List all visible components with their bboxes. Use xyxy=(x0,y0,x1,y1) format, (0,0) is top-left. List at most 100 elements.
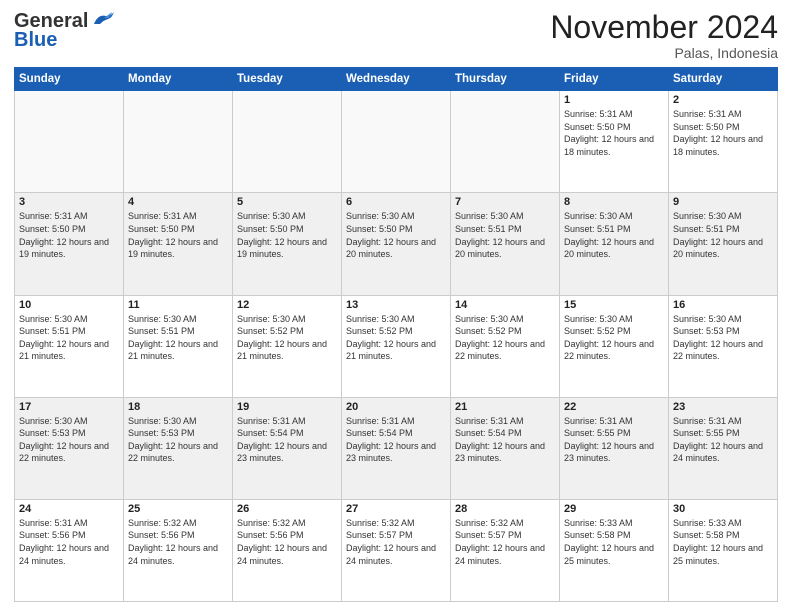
calendar-cell: 24 Sunrise: 5:31 AMSunset: 5:56 PMDayligh… xyxy=(15,499,124,601)
title-area: November 2024 Palas, Indonesia xyxy=(550,10,778,61)
day-number: 4 xyxy=(128,196,228,208)
day-info: Sunrise: 5:33 AMSunset: 5:58 PMDaylight:… xyxy=(673,517,773,567)
day-number: 15 xyxy=(564,299,664,311)
calendar-cell: 19 Sunrise: 5:31 AMSunset: 5:54 PMDayligh… xyxy=(233,397,342,499)
calendar-week-row: 24 Sunrise: 5:31 AMSunset: 5:56 PMDayligh… xyxy=(15,499,778,601)
calendar-week-row: 10 Sunrise: 5:30 AMSunset: 5:51 PMDayligh… xyxy=(15,295,778,397)
calendar-cell: 25 Sunrise: 5:32 AMSunset: 5:56 PMDayligh… xyxy=(124,499,233,601)
day-number: 11 xyxy=(128,299,228,311)
calendar-cell: 1 Sunrise: 5:31 AMSunset: 5:50 PMDaylight… xyxy=(560,91,669,193)
calendar-cell xyxy=(124,91,233,193)
day-info: Sunrise: 5:31 AMSunset: 5:55 PMDaylight:… xyxy=(673,415,773,465)
logo: General Blue xyxy=(14,10,116,52)
day-number: 18 xyxy=(128,401,228,413)
page: General Blue November 2024 Palas, Indone… xyxy=(0,0,792,612)
day-number: 5 xyxy=(237,196,337,208)
day-number: 19 xyxy=(237,401,337,413)
day-info: Sunrise: 5:31 AMSunset: 5:55 PMDaylight:… xyxy=(564,415,664,465)
calendar-cell: 6Sunrise: 5:30 AMSunset: 5:50 PMDaylight… xyxy=(342,193,451,295)
day-number: 27 xyxy=(346,503,446,515)
calendar-cell xyxy=(233,91,342,193)
calendar-cell: 17Sunrise: 5:30 AMSunset: 5:53 PMDayligh… xyxy=(15,397,124,499)
day-info: Sunrise: 5:30 AMSunset: 5:50 PMDaylight:… xyxy=(237,210,337,260)
day-info: Sunrise: 5:32 AMSunset: 5:56 PMDaylight:… xyxy=(237,517,337,567)
header: General Blue November 2024 Palas, Indone… xyxy=(14,10,778,61)
calendar-cell: 3 Sunrise: 5:31 AMSunset: 5:50 PMDaylight… xyxy=(15,193,124,295)
day-number: 14 xyxy=(455,299,555,311)
header-saturday: Saturday xyxy=(669,68,778,91)
day-number: 17 xyxy=(19,401,119,413)
weekday-header-row: Sunday Monday Tuesday Wednesday Thursday… xyxy=(15,68,778,91)
day-info: Sunrise: 5:32 AMSunset: 5:57 PMDaylight:… xyxy=(346,517,446,567)
day-number: 1 xyxy=(564,94,664,106)
calendar-cell: 14 Sunrise: 5:30 AMSunset: 5:52 PMDayligh… xyxy=(451,295,560,397)
day-info: Sunrise: 5:32 AMSunset: 5:57 PMDaylight:… xyxy=(455,517,555,567)
calendar-cell: 27 Sunrise: 5:32 AMSunset: 5:57 PMDayligh… xyxy=(342,499,451,601)
header-tuesday: Tuesday xyxy=(233,68,342,91)
day-info: Sunrise: 5:31 AMSunset: 5:54 PMDaylight:… xyxy=(346,415,446,465)
day-info: Sunrise: 5:30 AMSunset: 5:52 PMDaylight:… xyxy=(346,313,446,363)
calendar-cell xyxy=(451,91,560,193)
day-info: Sunrise: 5:31 AMSunset: 5:54 PMDaylight:… xyxy=(455,415,555,465)
calendar-week-row: 17Sunrise: 5:30 AMSunset: 5:53 PMDayligh… xyxy=(15,397,778,499)
calendar-cell: 28 Sunrise: 5:32 AMSunset: 5:57 PMDayligh… xyxy=(451,499,560,601)
day-number: 25 xyxy=(128,503,228,515)
calendar-cell: 20Sunrise: 5:31 AMSunset: 5:54 PMDayligh… xyxy=(342,397,451,499)
day-info: Sunrise: 5:31 AMSunset: 5:50 PMDaylight:… xyxy=(564,108,664,158)
calendar-cell: 7 Sunrise: 5:30 AMSunset: 5:51 PMDaylight… xyxy=(451,193,560,295)
calendar-cell: 11 Sunrise: 5:30 AMSunset: 5:51 PMDayligh… xyxy=(124,295,233,397)
logo-blue: Blue xyxy=(14,29,57,52)
day-info: Sunrise: 5:30 AMSunset: 5:51 PMDaylight:… xyxy=(673,210,773,260)
calendar-cell: 8Sunrise: 5:30 AMSunset: 5:51 PMDaylight… xyxy=(560,193,669,295)
calendar-cell: 2 Sunrise: 5:31 AMSunset: 5:50 PMDaylight… xyxy=(669,91,778,193)
day-number: 6 xyxy=(346,196,446,208)
calendar-week-row: 3 Sunrise: 5:31 AMSunset: 5:50 PMDaylight… xyxy=(15,193,778,295)
day-info: Sunrise: 5:33 AMSunset: 5:58 PMDaylight:… xyxy=(564,517,664,567)
day-info: Sunrise: 5:30 AMSunset: 5:51 PMDaylight:… xyxy=(455,210,555,260)
calendar-table: Sunday Monday Tuesday Wednesday Thursday… xyxy=(14,67,778,602)
calendar-cell: 29 Sunrise: 5:33 AMSunset: 5:58 PMDayligh… xyxy=(560,499,669,601)
day-info: Sunrise: 5:32 AMSunset: 5:56 PMDaylight:… xyxy=(128,517,228,567)
day-info: Sunrise: 5:31 AMSunset: 5:50 PMDaylight:… xyxy=(128,210,228,260)
calendar-cell xyxy=(342,91,451,193)
calendar-cell: 10Sunrise: 5:30 AMSunset: 5:51 PMDayligh… xyxy=(15,295,124,397)
day-number: 3 xyxy=(19,196,119,208)
day-number: 10 xyxy=(19,299,119,311)
header-sunday: Sunday xyxy=(15,68,124,91)
day-number: 22 xyxy=(564,401,664,413)
day-number: 24 xyxy=(19,503,119,515)
day-info: Sunrise: 5:31 AMSunset: 5:54 PMDaylight:… xyxy=(237,415,337,465)
calendar-cell: 21 Sunrise: 5:31 AMSunset: 5:54 PMDayligh… xyxy=(451,397,560,499)
header-friday: Friday xyxy=(560,68,669,91)
calendar-cell: 12 Sunrise: 5:30 AMSunset: 5:52 PMDayligh… xyxy=(233,295,342,397)
day-number: 7 xyxy=(455,196,555,208)
calendar-cell: 26 Sunrise: 5:32 AMSunset: 5:56 PMDayligh… xyxy=(233,499,342,601)
day-number: 2 xyxy=(673,94,773,106)
day-info: Sunrise: 5:30 AMSunset: 5:52 PMDaylight:… xyxy=(237,313,337,363)
calendar-cell: 9 Sunrise: 5:30 AMSunset: 5:51 PMDaylight… xyxy=(669,193,778,295)
calendar-cell: 30Sunrise: 5:33 AMSunset: 5:58 PMDayligh… xyxy=(669,499,778,601)
header-wednesday: Wednesday xyxy=(342,68,451,91)
day-number: 21 xyxy=(455,401,555,413)
header-monday: Monday xyxy=(124,68,233,91)
header-thursday: Thursday xyxy=(451,68,560,91)
day-info: Sunrise: 5:31 AMSunset: 5:50 PMDaylight:… xyxy=(673,108,773,158)
calendar-cell: 22 Sunrise: 5:31 AMSunset: 5:55 PMDayligh… xyxy=(560,397,669,499)
day-info: Sunrise: 5:30 AMSunset: 5:51 PMDaylight:… xyxy=(128,313,228,363)
day-number: 26 xyxy=(237,503,337,515)
day-number: 13 xyxy=(346,299,446,311)
month-title: November 2024 xyxy=(550,10,778,45)
day-info: Sunrise: 5:30 AMSunset: 5:52 PMDaylight:… xyxy=(455,313,555,363)
day-info: Sunrise: 5:31 AMSunset: 5:56 PMDaylight:… xyxy=(19,517,119,567)
day-info: Sunrise: 5:31 AMSunset: 5:50 PMDaylight:… xyxy=(19,210,119,260)
day-number: 12 xyxy=(237,299,337,311)
day-number: 23 xyxy=(673,401,773,413)
day-number: 29 xyxy=(564,503,664,515)
day-number: 9 xyxy=(673,196,773,208)
calendar-cell: 4 Sunrise: 5:31 AMSunset: 5:50 PMDaylight… xyxy=(124,193,233,295)
day-number: 28 xyxy=(455,503,555,515)
day-number: 8 xyxy=(564,196,664,208)
calendar-cell: 15Sunrise: 5:30 AMSunset: 5:52 PMDayligh… xyxy=(560,295,669,397)
calendar-cell xyxy=(15,91,124,193)
calendar-cell: 13 Sunrise: 5:30 AMSunset: 5:52 PMDayligh… xyxy=(342,295,451,397)
